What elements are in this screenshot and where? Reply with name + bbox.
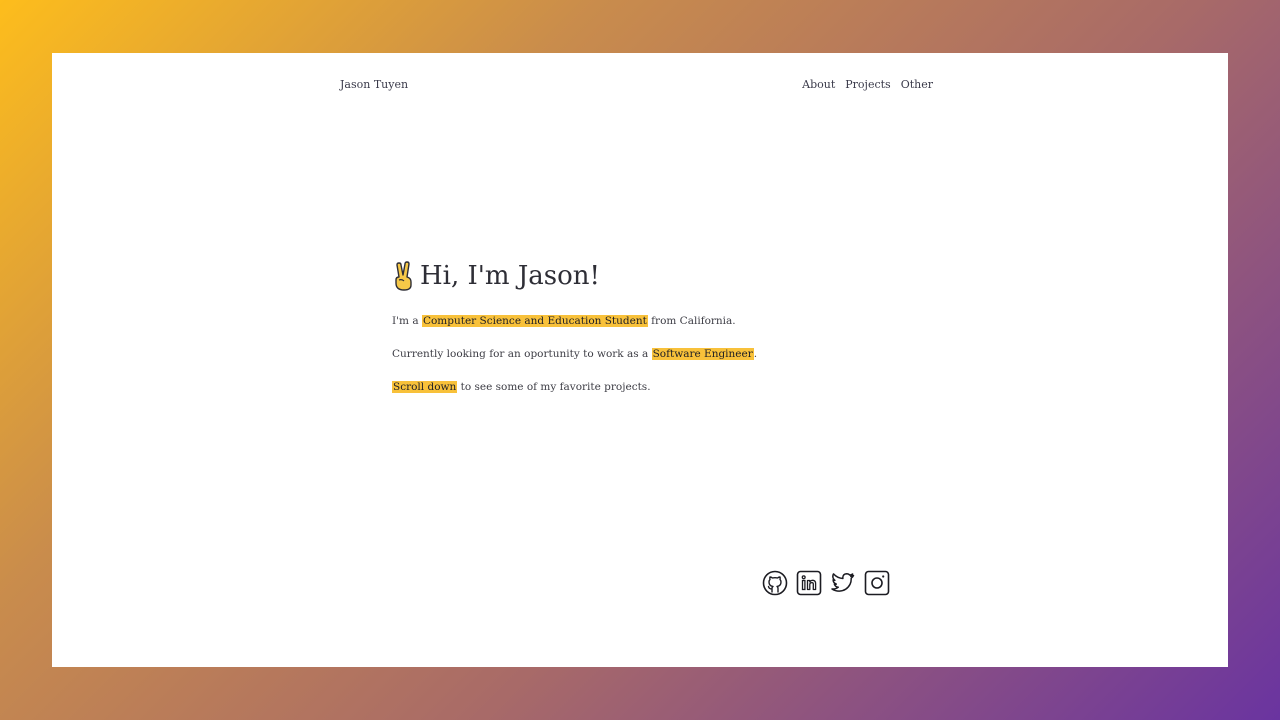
top-nav: About Projects Other — [802, 78, 933, 91]
line2-pre: Currently looking for an oportunity to w… — [392, 348, 652, 360]
hero-line-1: I'm a Computer Science and Education Stu… — [392, 314, 992, 329]
hero-line-3: Scroll down to see some of my favorite p… — [392, 380, 992, 395]
line1-pre: I'm a — [392, 315, 422, 327]
hero-line-2: Currently looking for an oportunity to w… — [392, 347, 992, 362]
brand-link[interactable]: Jason Tuyen — [340, 78, 408, 91]
github-icon[interactable] — [762, 570, 788, 596]
scroll-down-link[interactable]: Scroll down — [392, 381, 458, 393]
highlight-cs-student: Computer Science and Education Student — [421, 315, 648, 327]
line3-post: to see some of my favorite projects. — [457, 381, 651, 393]
hero-heading: Hi, I'm Jason! — [392, 259, 992, 293]
hero-section: Hi, I'm Jason! I'm a Computer Science an… — [392, 259, 992, 395]
social-links — [762, 570, 890, 596]
page-frame: Jason Tuyen About Projects Other Hi, I'm… — [52, 53, 1228, 667]
instagram-icon[interactable] — [864, 570, 890, 596]
victory-hand-icon — [392, 261, 414, 291]
hero-greeting: Hi, I'm Jason! — [420, 261, 600, 291]
nav-about[interactable]: About — [802, 78, 835, 91]
line1-post: from California. — [647, 315, 736, 327]
highlight-software-engineer: Software Engineer — [651, 348, 754, 360]
nav-other[interactable]: Other — [901, 78, 933, 91]
nav-projects[interactable]: Projects — [845, 78, 890, 91]
twitter-icon[interactable] — [830, 570, 856, 596]
line2-post: . — [753, 348, 758, 360]
linkedin-icon[interactable] — [796, 570, 822, 596]
